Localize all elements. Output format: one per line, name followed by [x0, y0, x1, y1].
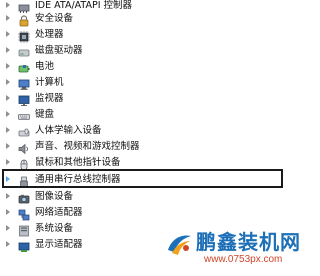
expand-arrow-icon[interactable]: [6, 31, 10, 37]
watermark-logo-icon: [164, 228, 194, 258]
expand-arrow-icon[interactable]: [6, 225, 10, 231]
ide-controller-icon: [18, 0, 30, 13]
system-device-icon: [18, 222, 30, 237]
computer-icon: [18, 76, 30, 90]
mouse-icon: [18, 156, 30, 171]
tree-item-label: 处理器: [35, 29, 64, 40]
expand-arrow-icon[interactable]: [6, 15, 10, 21]
tree-item-sound-video-game[interactable]: 声音、视频和游戏控制器: [0, 139, 289, 155]
battery-icon: [18, 60, 30, 73]
tree-item-label: 图像设备: [35, 191, 74, 202]
tree-item-label: 网络适配器: [35, 207, 83, 218]
display-adapter-icon: [18, 238, 30, 252]
sound-icon: [18, 140, 30, 155]
tree-item-processors[interactable]: 处理器: [0, 27, 289, 43]
tree-item-disk-drives[interactable]: 磁盘驱动器: [0, 43, 289, 58]
tree-item-label: 监视器: [35, 93, 64, 104]
tree-item-label: 安全设备: [35, 13, 74, 24]
hid-icon: [18, 124, 30, 137]
keyboard-icon: [18, 108, 30, 120]
security-device-icon: [18, 12, 30, 27]
tree-item-keyboards[interactable]: 键盘: [0, 107, 289, 122]
tree-item-label: 键盘: [35, 109, 55, 120]
selection-highlight-box: [2, 169, 283, 188]
expand-arrow-icon[interactable]: [6, 79, 10, 85]
tree-item-label: 电池: [35, 61, 55, 72]
expand-arrow-icon[interactable]: [6, 143, 10, 149]
tree-item-imaging-devices[interactable]: 图像设备: [0, 189, 289, 204]
tree-item-label: 鼠标和其他指针设备: [35, 157, 121, 168]
expand-arrow-icon[interactable]: [6, 127, 10, 133]
tree-item-batteries[interactable]: 电池: [0, 59, 289, 74]
expand-arrow-icon[interactable]: [6, 95, 10, 101]
tree-item-network-adapters[interactable]: 网络适配器: [0, 205, 289, 221]
watermark-url: www.0753px.com: [204, 254, 283, 265]
network-adapter-icon: [18, 206, 30, 221]
camera-icon: [18, 190, 30, 204]
expand-arrow-icon[interactable]: [6, 47, 10, 53]
tree-item-monitors[interactable]: 监视器: [0, 91, 289, 106]
tree-item-mice[interactable]: 鼠标和其他指针设备: [0, 155, 289, 171]
processor-icon: [18, 28, 30, 43]
monitor-icon: [18, 92, 30, 106]
expand-arrow-icon[interactable]: [6, 209, 10, 215]
expand-arrow-icon[interactable]: [6, 63, 10, 69]
expand-arrow-icon[interactable]: [6, 2, 10, 8]
tree-item-computer[interactable]: 计算机: [0, 75, 289, 90]
tree-item-label: 声音、视频和游戏控制器: [35, 141, 140, 152]
tree-item-label: 显示适配器: [35, 239, 83, 250]
tree-item-label: 人体学输入设备: [35, 125, 102, 136]
tree-item-label: 磁盘驱动器: [35, 45, 83, 56]
tree-item-hid[interactable]: 人体学输入设备: [0, 123, 289, 138]
expand-arrow-icon[interactable]: [6, 111, 10, 117]
tree-item-label: 计算机: [35, 77, 64, 88]
watermark-title: 鹏鑫装机网: [196, 230, 301, 254]
tree-item-security-devices[interactable]: 安全设备: [0, 11, 289, 27]
disk-drive-icon: [18, 44, 30, 57]
site-watermark: 鹏鑫装机网 www.0753px.com: [164, 224, 314, 272]
tree-item-label: 系统设备: [35, 223, 74, 234]
expand-arrow-icon[interactable]: [6, 193, 10, 199]
expand-arrow-icon[interactable]: [6, 241, 10, 247]
expand-arrow-icon[interactable]: [6, 159, 10, 165]
